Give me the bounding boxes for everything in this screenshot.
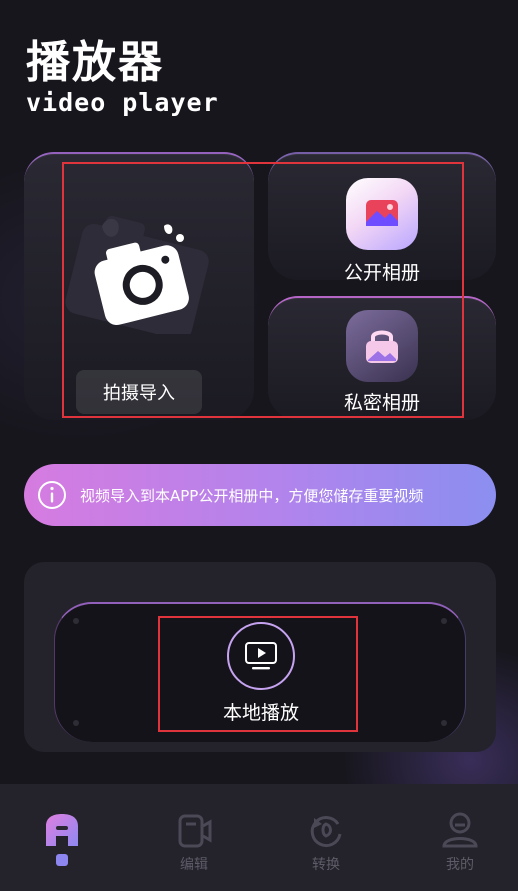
bottom-tab-bar: 编辑 转换 我的 — [0, 784, 518, 891]
image-album-icon — [346, 178, 418, 250]
local-play-label: 本地播放 — [222, 702, 299, 724]
public-album-label: 公开相册 — [343, 262, 420, 284]
info-icon — [38, 481, 66, 509]
background-glow — [0, 0, 518, 891]
camera-icon — [94, 224, 189, 326]
tip-text: 视频导入到本APP公开相册中，方便您储存重要视频 — [80, 486, 424, 505]
tab-convert[interactable]: 转换 — [276, 784, 376, 891]
local-play-card[interactable]: 本地播放 — [54, 602, 466, 742]
local-play-panel: 本地播放 — [24, 562, 496, 752]
decor-dot — [441, 618, 447, 624]
tab-home[interactable] — [12, 784, 112, 891]
camera-import-card[interactable]: 拍摄导入 — [24, 152, 254, 420]
convert-icon — [310, 816, 342, 848]
tab-profile[interactable]: 我的 — [410, 784, 510, 891]
profile-icon — [442, 812, 478, 848]
decor-dot — [73, 618, 79, 624]
private-album-card[interactable]: 私密相册 — [268, 296, 496, 420]
public-album-card[interactable]: 公开相册 — [268, 152, 496, 284]
tab-edit-label: 编辑 — [180, 857, 208, 873]
tab-convert-label: 转换 — [312, 857, 340, 873]
page-subtitle: video player — [26, 88, 219, 117]
edit-video-icon — [178, 814, 212, 848]
play-screen-icon[interactable] — [227, 622, 295, 690]
tab-edit[interactable]: 编辑 — [144, 784, 244, 891]
active-tab-indicator — [56, 854, 68, 866]
private-album-label: 私密相册 — [343, 392, 420, 414]
home-icon — [46, 814, 78, 846]
tab-profile-label: 我的 — [446, 857, 474, 873]
capture-import-button[interactable]: 拍摄导入 — [76, 370, 202, 414]
tip-banner: 视频导入到本APP公开相册中，方便您储存重要视频 — [24, 464, 496, 526]
lock-album-icon — [346, 310, 418, 382]
page-title: 播放器 — [26, 37, 164, 88]
